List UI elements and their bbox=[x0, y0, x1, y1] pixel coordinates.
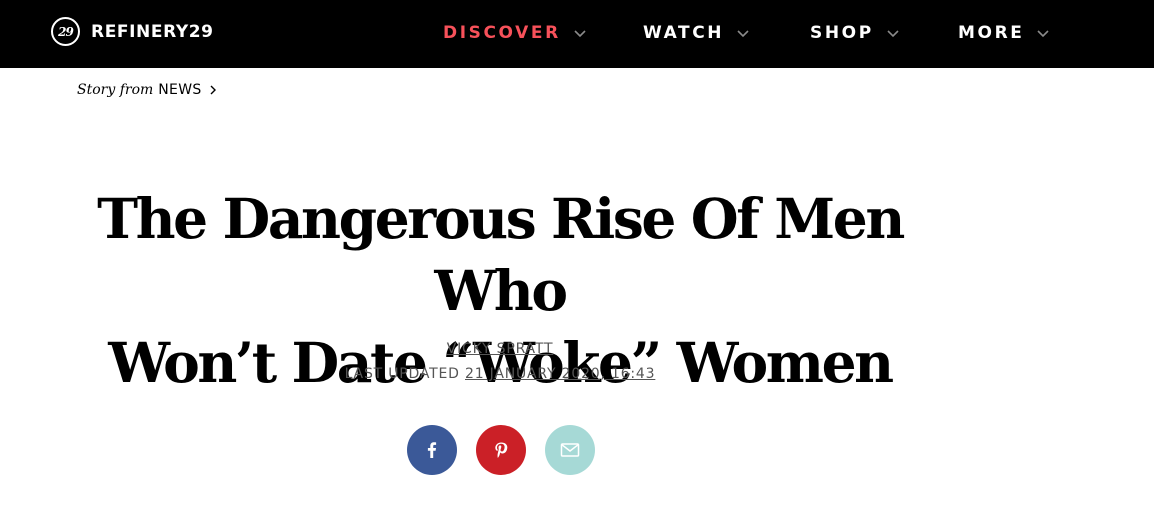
share-pinterest-button[interactable] bbox=[476, 425, 526, 475]
author-link[interactable]: VICKY SPRATT bbox=[447, 341, 554, 357]
chevron-down-icon bbox=[1037, 30, 1050, 38]
top-navigation-bar: 29 REFINERY29 DISCOVER WATCH SHOP MORE bbox=[0, 0, 1154, 68]
chevron-down-icon bbox=[887, 30, 899, 38]
last-updated-label: LAST UPDATED bbox=[344, 366, 460, 382]
nav-item-discover[interactable]: DISCOVER bbox=[443, 22, 587, 44]
last-updated-date[interactable]: 21 JANUARY 2020, 16:43 bbox=[465, 366, 655, 382]
logo-text: REFINERY29 bbox=[91, 21, 214, 42]
nav-item-shop[interactable]: SHOP bbox=[810, 22, 900, 44]
refinery29-logo[interactable]: 29 REFINERY29 bbox=[51, 17, 214, 46]
share-facebook-button[interactable] bbox=[407, 425, 457, 475]
article-title-line-1: The Dangerous Rise Of Men Who bbox=[97, 186, 905, 323]
nav-item-label: MORE bbox=[958, 23, 1025, 43]
byline: VICKY SPRATT bbox=[250, 341, 750, 357]
breadcrumb: Story from NEWS bbox=[77, 82, 218, 98]
chevron-down-icon bbox=[574, 30, 586, 38]
article-title-line-2: Won’t Date “Woke” Women bbox=[108, 330, 894, 395]
nav-item-label: DISCOVER bbox=[443, 23, 561, 43]
nav-item-more[interactable]: MORE bbox=[958, 22, 1050, 44]
chevron-down-icon bbox=[737, 30, 749, 38]
logo-mark-icon: 29 bbox=[51, 17, 80, 46]
chevron-right-icon bbox=[210, 85, 216, 95]
breadcrumb-section-link[interactable]: NEWS bbox=[158, 82, 201, 98]
share-email-button[interactable] bbox=[545, 425, 595, 475]
nav-item-label: SHOP bbox=[810, 23, 874, 43]
last-updated: LAST UPDATED 21 JANUARY 2020, 16:43 bbox=[250, 366, 750, 382]
facebook-icon bbox=[427, 442, 437, 458]
nav-item-label: WATCH bbox=[643, 23, 725, 43]
breadcrumb-prefix: Story from bbox=[77, 82, 154, 98]
nav-item-watch[interactable]: WATCH bbox=[643, 22, 750, 44]
pinterest-icon bbox=[495, 442, 508, 458]
email-icon bbox=[560, 443, 580, 457]
